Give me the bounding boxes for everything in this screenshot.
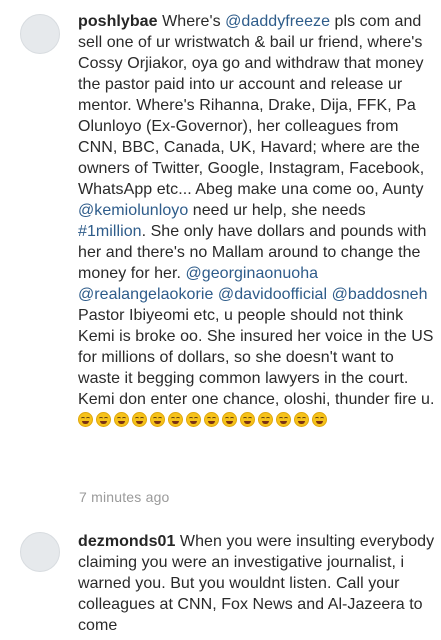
mention-link[interactable]: @baddosneh [332, 286, 428, 303]
face-with-tears-of-joy-icon [150, 412, 165, 427]
comment-text: Where's @daddyfreeze pls com and sell on… [78, 13, 435, 429]
hashtag-link[interactable]: #1million [78, 223, 142, 240]
face-with-tears-of-joy-icon [240, 412, 255, 427]
avatar[interactable] [20, 532, 60, 572]
face-with-tears-of-joy-icon [168, 412, 183, 427]
mention-link[interactable]: @realangelaokorie [78, 286, 213, 303]
face-with-tears-of-joy-icon [78, 412, 93, 427]
comment-text-segment: Pastor Ibiyeomi etc, u people should not… [78, 307, 435, 408]
mention-link[interactable]: @daddyfreeze [225, 13, 330, 30]
comment-timestamp: 7 minutes ago [79, 489, 170, 505]
face-with-tears-of-joy-icon [114, 412, 129, 427]
comment-item: poshlybae Where's @daddyfreeze pls com a… [0, 0, 441, 520]
face-with-tears-of-joy-icon [258, 412, 273, 427]
face-with-tears-of-joy-icon [294, 412, 309, 427]
face-with-tears-of-joy-icon [222, 412, 237, 427]
comment-body: dezmonds01 When you were insulting every… [78, 531, 436, 636]
face-with-tears-of-joy-icon [96, 412, 111, 427]
face-with-tears-of-joy-icon [132, 412, 147, 427]
comment-text-segment: Where's [157, 13, 226, 30]
mention-link[interactable]: @georginaonuoha [185, 265, 318, 282]
comment-body: poshlybae Where's @daddyfreeze pls com a… [78, 11, 436, 431]
face-with-tears-of-joy-icon [204, 412, 219, 427]
face-with-tears-of-joy-icon [186, 412, 201, 427]
comment-text-segment: need ur help, she needs [188, 202, 366, 219]
comment-item: dezmonds01 When you were insulting every… [0, 520, 441, 640]
face-with-tears-of-joy-icon [276, 412, 291, 427]
comment-username[interactable]: poshlybae [78, 13, 158, 30]
face-with-tears-of-joy-icon [312, 412, 327, 427]
comment-username[interactable]: dezmonds01 [78, 533, 175, 550]
mention-link[interactable]: @kemiolunloyo [78, 202, 188, 219]
avatar[interactable] [20, 14, 60, 54]
comment-text-segment: pls com and sell one of ur wristwatch & … [78, 13, 425, 198]
mention-link[interactable]: @davidoofficial [218, 286, 327, 303]
